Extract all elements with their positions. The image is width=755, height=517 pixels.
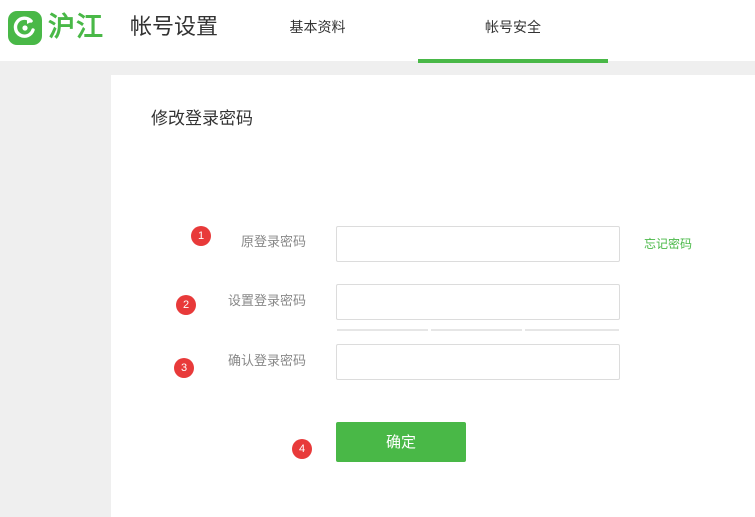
confirm-password-input[interactable] xyxy=(336,344,620,380)
tab-basic-info[interactable]: 基本资料 xyxy=(270,0,365,61)
confirm-password-label: 确认登录密码 xyxy=(227,354,306,369)
old-password-input[interactable] xyxy=(336,226,620,262)
main-panel: 修改登录密码 1 原登录密码 忘记密码 2 设置登录密码 3 确认登录密码 4 … xyxy=(111,75,755,517)
header-bar: 沪江 帐号设置 基本资料 帐号安全 xyxy=(0,0,755,63)
logo-text: 沪江 xyxy=(48,12,104,43)
strength-bar-weak xyxy=(337,329,428,331)
panel-title: 修改登录密码 xyxy=(151,109,253,129)
new-password-input[interactable] xyxy=(336,284,620,320)
forgot-password-link[interactable]: 忘记密码 xyxy=(644,235,692,253)
strength-bar-strong xyxy=(525,329,619,331)
tab-account-security[interactable]: 帐号安全 xyxy=(418,0,608,63)
page-title: 帐号设置 xyxy=(130,15,219,40)
new-password-label: 设置登录密码 xyxy=(227,294,306,309)
annotation-marker-4: 4 xyxy=(292,439,312,459)
strength-bar-medium xyxy=(431,329,522,331)
confirm-button[interactable]: 确定 xyxy=(336,422,466,462)
logo-icon xyxy=(8,11,42,45)
old-password-label: 原登录密码 xyxy=(240,235,306,250)
logo[interactable]: 沪江 xyxy=(8,11,104,45)
